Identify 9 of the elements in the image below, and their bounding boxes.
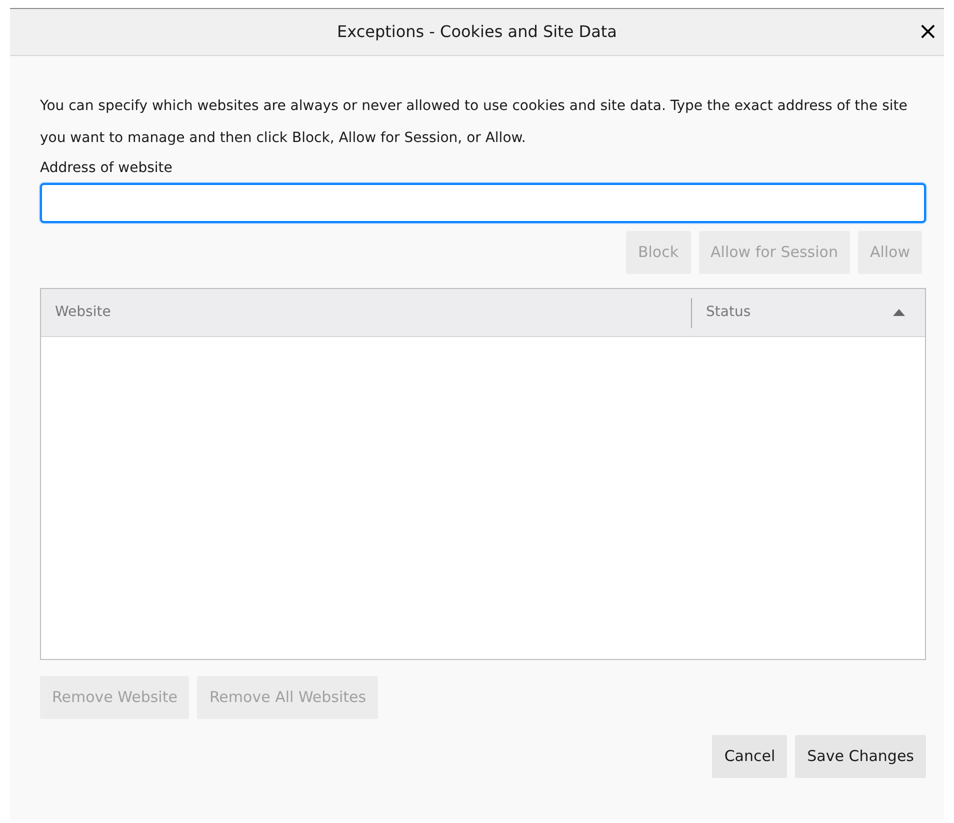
- field-label: Address of website: [40, 159, 174, 178]
- column-header[interactable]: Status: [706, 302, 751, 323]
- address-field[interactable]: [40, 183, 926, 223]
- dialog-button[interactable]: Cancel: [712, 735, 788, 778]
- description-text: You can specify which websites are always or never allowed to use cookies and site data. Type the exact address of the site you want to manage and then click Block, Allow for Session, or Allow.: [40, 97, 908, 148]
- window-title: Exceptions - Cookies and Site Data: [337, 21, 617, 43]
- column-header[interactable]: Website: [55, 302, 111, 323]
- dialog-button[interactable]: Save Changes: [795, 735, 926, 778]
- close-button[interactable]: ×: [912, 17, 944, 45]
